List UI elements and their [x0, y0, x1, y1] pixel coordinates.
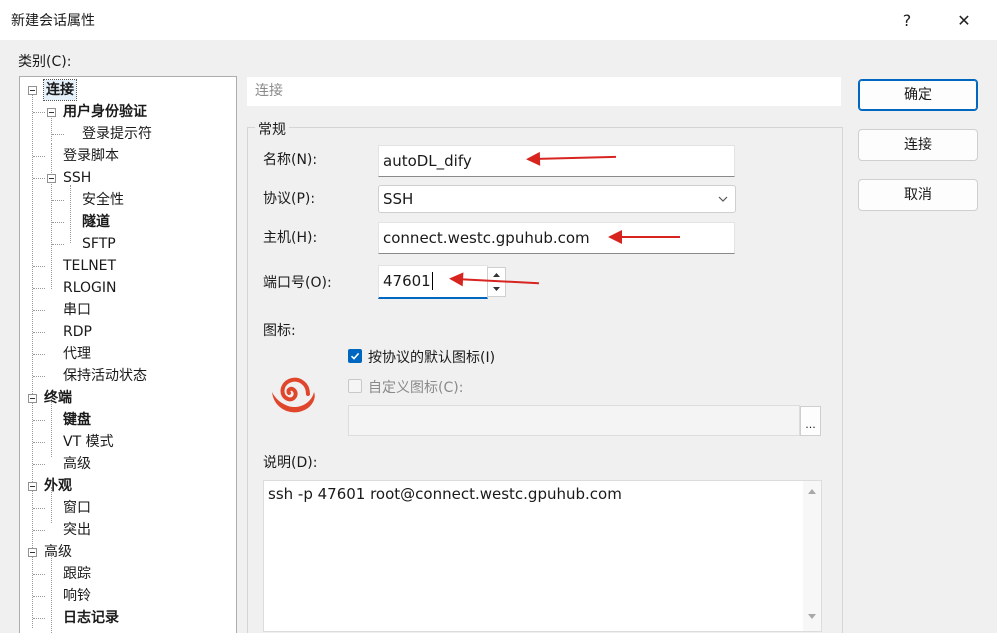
tree-item[interactable]: 键盘	[63, 410, 91, 430]
tree-connector-line	[33, 508, 45, 509]
tree-connector-line	[70, 185, 71, 243]
tree-item[interactable]: 连接	[43, 79, 77, 101]
tree-item[interactable]: 跟踪	[63, 564, 91, 584]
tree-item[interactable]: 保持活动状态	[63, 366, 147, 386]
tree-item[interactable]: 安全性	[82, 190, 124, 210]
tree-item[interactable]: RDP	[63, 322, 92, 342]
name-label: 名称(N):	[263, 152, 318, 168]
tree-collapse-icon[interactable]	[47, 174, 56, 183]
cancel-button[interactable]: 取消	[858, 179, 978, 211]
tree-connector-line	[33, 112, 45, 113]
tree-connector-line	[33, 574, 45, 575]
tree-connector-line	[33, 618, 45, 619]
tree-collapse-icon[interactable]	[28, 548, 37, 557]
question-icon: ?	[902, 10, 912, 30]
tree-connector-line	[33, 178, 45, 179]
description-text: ssh -p 47601 root@connect.westc.gpuhub.c…	[268, 485, 622, 503]
tree-item[interactable]: 登录脚本	[63, 146, 119, 166]
tree-collapse-icon[interactable]	[47, 108, 56, 117]
tree-item[interactable]: 用户身份验证	[63, 102, 147, 122]
port-value: 47601	[383, 272, 431, 290]
tree-item[interactable]: 响铃	[63, 586, 91, 606]
default-icon-checkbox[interactable]	[348, 349, 362, 363]
description-textarea[interactable]: ssh -p 47601 root@connect.westc.gpuhub.c…	[263, 480, 822, 632]
tree-connector-line	[33, 530, 45, 531]
tree-connector-line	[33, 596, 45, 597]
ok-button[interactable]: 确定	[858, 79, 978, 111]
tree-connector-line	[33, 420, 45, 421]
protocol-value: SSH	[383, 190, 414, 208]
checkmark-icon	[350, 352, 360, 360]
annotation-arrow-host	[608, 230, 680, 244]
close-icon: ✕	[957, 10, 971, 30]
custom-icon-label: 自定义图标(C):	[368, 380, 464, 396]
session-swirl-icon	[268, 372, 326, 420]
category-label: 类别(C):	[18, 54, 72, 70]
default-icon-label: 按协议的默认图标(I)	[368, 350, 496, 366]
dropdown-chevron-icon	[717, 186, 729, 220]
scroll-up-icon[interactable]	[803, 485, 821, 497]
tree-item[interactable]: 高级	[44, 542, 72, 562]
tree-connector-line	[33, 464, 45, 465]
description-scrollbar[interactable]	[803, 481, 821, 631]
general-group-title: 常规	[255, 119, 289, 139]
tree-item[interactable]: VT 模式	[63, 432, 114, 452]
protocol-label: 协议(P):	[263, 191, 316, 207]
tree-collapse-icon[interactable]	[28, 482, 37, 491]
port-label: 端口号(O):	[263, 275, 332, 291]
close-button[interactable]: ✕	[941, 0, 987, 40]
browse-button[interactable]: ...	[800, 406, 821, 436]
tree-connector-line	[52, 134, 64, 135]
tree-item[interactable]: 终端	[44, 388, 72, 408]
tree-item[interactable]: 隧道	[82, 212, 110, 232]
tree-item[interactable]: 登录提示符	[82, 124, 152, 144]
tree-item[interactable]: TELNET	[63, 256, 116, 276]
tree-connector-line	[33, 288, 45, 289]
scroll-down-icon[interactable]	[803, 611, 821, 623]
port-field[interactable]: 47601	[378, 265, 488, 299]
description-label: 说明(D):	[263, 455, 318, 471]
window-title: 新建会话属性	[11, 13, 95, 29]
name-field[interactable]: autoDL_dify	[378, 145, 735, 177]
tree-item[interactable]: 高级	[63, 454, 91, 474]
category-tree[interactable]: 连接 用户身份验证 登录提示符 登录脚本 SSH 安全性 隧道 SFTP TELNET RLOGI…	[19, 76, 237, 633]
help-button[interactable]: ?	[884, 0, 930, 40]
tree-connector-line	[33, 310, 45, 311]
tree-item[interactable]: RLOGIN	[63, 278, 117, 298]
icon-label: 图标:	[263, 323, 296, 339]
tree-item[interactable]: 日志记录	[63, 608, 119, 628]
connect-button[interactable]: 连接	[858, 129, 978, 161]
tree-connector-line	[52, 200, 64, 201]
tree-connector-line	[33, 442, 45, 443]
host-field[interactable]: connect.westc.gpuhub.com	[378, 222, 735, 254]
tree-connector-line	[51, 143, 52, 289]
custom-icon-path-field	[348, 405, 800, 436]
tree-connector-line	[52, 222, 64, 223]
tree-connector-line	[33, 354, 45, 355]
tree-collapse-icon[interactable]	[28, 394, 37, 403]
tree-connector-line	[52, 244, 64, 245]
tree-connector-line	[33, 156, 45, 157]
tree-item[interactable]: 窗口	[63, 498, 91, 518]
tree-connector-line	[33, 376, 45, 377]
custom-icon-checkbox[interactable]	[348, 379, 362, 393]
breadcrumb: 连接	[247, 77, 841, 106]
protocol-select[interactable]: SSH	[378, 185, 736, 213]
tree-connector-line	[51, 553, 52, 633]
tree-item[interactable]: 代理	[63, 344, 91, 364]
tree-item[interactable]: SFTP	[82, 234, 116, 254]
tree-item[interactable]: 突出	[63, 520, 91, 540]
tree-item[interactable]: 串口	[63, 300, 91, 320]
tree-item[interactable]: SSH	[63, 168, 91, 188]
tree-connector-line	[33, 266, 45, 267]
spin-down-icon[interactable]	[488, 282, 505, 296]
tree-connector-line	[33, 332, 45, 333]
tree-item[interactable]: 外观	[44, 476, 72, 496]
tree-connector-line	[51, 116, 52, 141]
tree-collapse-icon[interactable]	[28, 86, 37, 95]
host-label: 主机(H):	[263, 230, 318, 246]
title-bar	[0, 0, 997, 40]
